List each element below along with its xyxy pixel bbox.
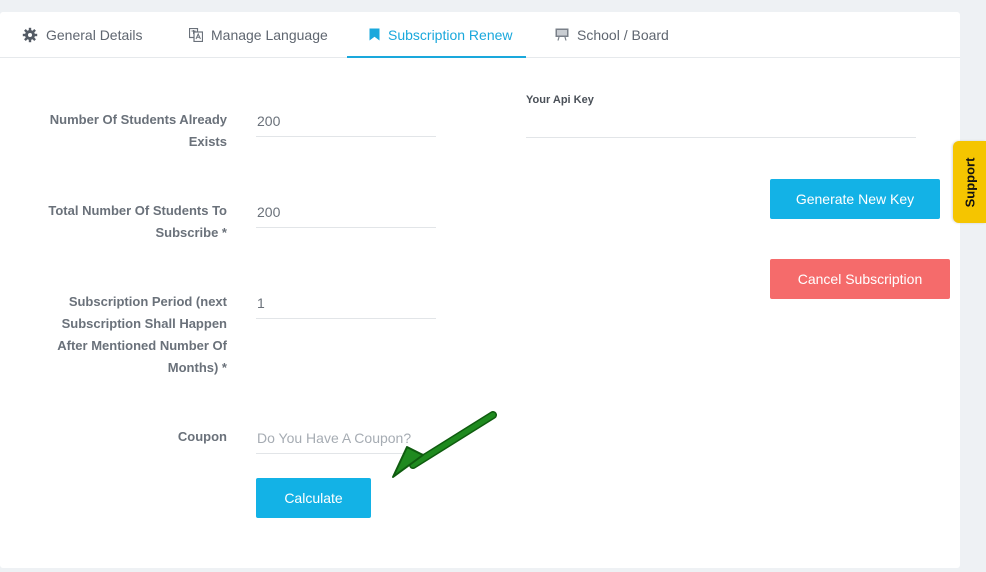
tab-school-board[interactable]: School / Board xyxy=(555,12,669,57)
bookmark-icon xyxy=(369,28,380,41)
tab-general-details[interactable]: General Details xyxy=(22,12,143,57)
support-label: Support xyxy=(962,157,978,207)
subscription-period-input[interactable] xyxy=(256,288,436,319)
tab-label: Subscription Renew xyxy=(388,26,513,43)
subscription-period-label: Subscription Period (next Subscription S… xyxy=(57,294,227,375)
tab-bar: General Details Manage Language Subscrip… xyxy=(0,12,960,58)
gear-icon xyxy=(22,27,38,43)
students-existing-input[interactable] xyxy=(256,106,436,137)
subscription-card: General Details Manage Language Subscrip… xyxy=(0,12,960,568)
tab-label: Manage Language xyxy=(211,26,328,43)
api-key-label: Your Api Key xyxy=(526,94,594,106)
coupon-label: Coupon xyxy=(177,429,227,444)
cancel-subscription-button[interactable]: Cancel Subscription xyxy=(770,259,950,299)
tab-label: General Details xyxy=(46,26,143,43)
calculate-button[interactable]: Calculate xyxy=(256,478,371,518)
tab-subscription-renew[interactable]: Subscription Renew xyxy=(347,12,526,58)
students-total-input[interactable] xyxy=(256,197,436,228)
api-key-input[interactable] xyxy=(526,107,916,138)
support-tab[interactable]: Support xyxy=(953,141,986,223)
tab-label: School / Board xyxy=(577,26,669,43)
students-total-label: Total Number Of Students To Subscribe * xyxy=(48,203,227,240)
translate-icon xyxy=(189,27,203,42)
tab-manage-language[interactable]: Manage Language xyxy=(189,12,328,57)
students-existing-label: Number Of Students Already Exists xyxy=(49,112,227,149)
presentation-board-icon xyxy=(555,28,569,41)
generate-new-key-button[interactable]: Generate New Key xyxy=(770,179,940,219)
annotation-arrow-icon xyxy=(392,411,497,478)
